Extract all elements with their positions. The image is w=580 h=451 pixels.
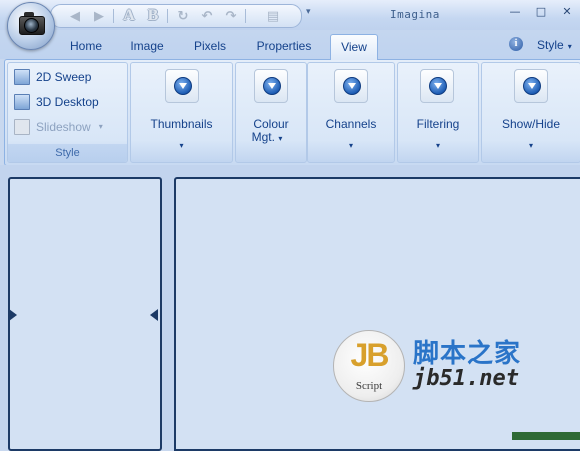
toolbar-separator [245, 9, 246, 23]
chevron-down-icon: ▾ [567, 42, 572, 51]
chevron-down-icon: ▾ [98, 122, 103, 131]
badge-subtitle: Script [355, 380, 383, 392]
chevron-down-icon: ▾ [278, 134, 283, 143]
colour-mgt-label: Mgt. ▾ [232, 131, 302, 145]
rotate-icon[interactable]: ↻ [173, 7, 193, 25]
style-group-label: Style [8, 144, 127, 162]
text-a-icon[interactable]: A [119, 7, 139, 25]
thumbnails-button[interactable]: Thumbnails ▾ [130, 62, 233, 163]
workspace [0, 165, 580, 451]
thumbnails-icon [165, 69, 199, 103]
close-button[interactable]: ✕ [556, 4, 578, 20]
site-name: 脚本之家 [413, 339, 522, 369]
3d-desktop-icon [14, 94, 30, 110]
colour-management-icon [254, 69, 288, 103]
title-bar: ◀ ▶ A B ↻ ↶ ↷ ▤ ▾ Imagina — □ ✕ [0, 0, 580, 30]
undo-icon[interactable]: ↶ [197, 7, 217, 25]
chevron-down-icon: ▾ [348, 141, 353, 150]
slideshow-label: Slideshow [36, 120, 91, 134]
show-hide-button[interactable]: Show/Hide ▾ [481, 62, 580, 163]
tab-home[interactable]: Home [62, 34, 110, 58]
filtering-icon [420, 69, 454, 103]
maximize-button[interactable]: □ [530, 4, 552, 20]
style-group: 2D Sweep 3D Desktop Slideshow ▾ Style [7, 62, 128, 163]
customize-toolbar-dropdown-icon[interactable]: ▾ [306, 7, 311, 17]
info-icon[interactable]: i [509, 37, 523, 51]
minimize-button[interactable]: — [504, 4, 526, 20]
filtering-label: Filtering [416, 117, 460, 131]
application-menu-button[interactable] [7, 2, 55, 50]
decorative-corner [512, 432, 580, 440]
thumbnails-label: Thumbnails [150, 117, 213, 131]
chevron-down-icon: ▾ [435, 141, 440, 150]
forward-arrow-icon[interactable]: ▶ [89, 7, 109, 25]
site-logo-badge: JB Script [333, 330, 405, 402]
collapse-left-icon[interactable] [150, 309, 158, 321]
channels-icon [334, 69, 368, 103]
style-menu-label: Style [537, 38, 564, 52]
quick-access-toolbar: ◀ ▶ A B ↻ ↶ ↷ ▤ [50, 4, 302, 28]
chevron-down-icon: ▾ [528, 141, 533, 150]
colour-management-button[interactable]: Colour Mgt. ▾ [235, 62, 307, 163]
toolbar-separator [113, 9, 114, 23]
tab-pixels[interactable]: Pixels [182, 34, 238, 58]
show-hide-icon [514, 69, 548, 103]
tab-image[interactable]: Image [120, 34, 174, 58]
redo-icon[interactable]: ↷ [221, 7, 241, 25]
channels-button[interactable]: Channels ▾ [307, 62, 395, 163]
save-icon[interactable]: ▤ [263, 7, 283, 25]
window-title: Imagina [390, 8, 440, 21]
image-viewer-panel[interactable] [174, 177, 580, 451]
channels-label: Channels [325, 117, 377, 131]
navigation-panel[interactable] [8, 177, 162, 451]
slideshow-button[interactable]: Slideshow ▾ [14, 117, 103, 137]
slideshow-icon [14, 119, 30, 135]
2d-sweep-button[interactable]: 2D Sweep [14, 67, 91, 87]
tab-properties[interactable]: Properties [246, 34, 322, 58]
expand-left-icon[interactable] [9, 309, 17, 321]
2d-sweep-icon [14, 69, 30, 85]
chevron-down-icon: ▾ [179, 141, 184, 150]
3d-desktop-button[interactable]: 3D Desktop [14, 92, 99, 112]
tab-view[interactable]: View [330, 34, 378, 60]
show-hide-label: Show/Hide [501, 117, 561, 131]
back-arrow-icon[interactable]: ◀ [65, 7, 85, 25]
badge-letters: JB [350, 337, 390, 373]
toolbar-separator [167, 9, 168, 23]
ribbon-panel: 2D Sweep 3D Desktop Slideshow ▾ Style Th… [4, 59, 580, 166]
site-url: jb51.net [413, 366, 519, 391]
3d-desktop-label: 3D Desktop [36, 95, 99, 109]
2d-sweep-label: 2D Sweep [36, 70, 92, 84]
style-menu[interactable]: Style ▾ [537, 38, 572, 52]
filtering-button[interactable]: Filtering ▾ [397, 62, 479, 163]
ribbon-tab-bar: Home Image Pixels Properties View i Styl… [0, 30, 580, 60]
text-b-icon[interactable]: B [143, 7, 163, 25]
mgt-label: Mgt. [251, 130, 275, 144]
